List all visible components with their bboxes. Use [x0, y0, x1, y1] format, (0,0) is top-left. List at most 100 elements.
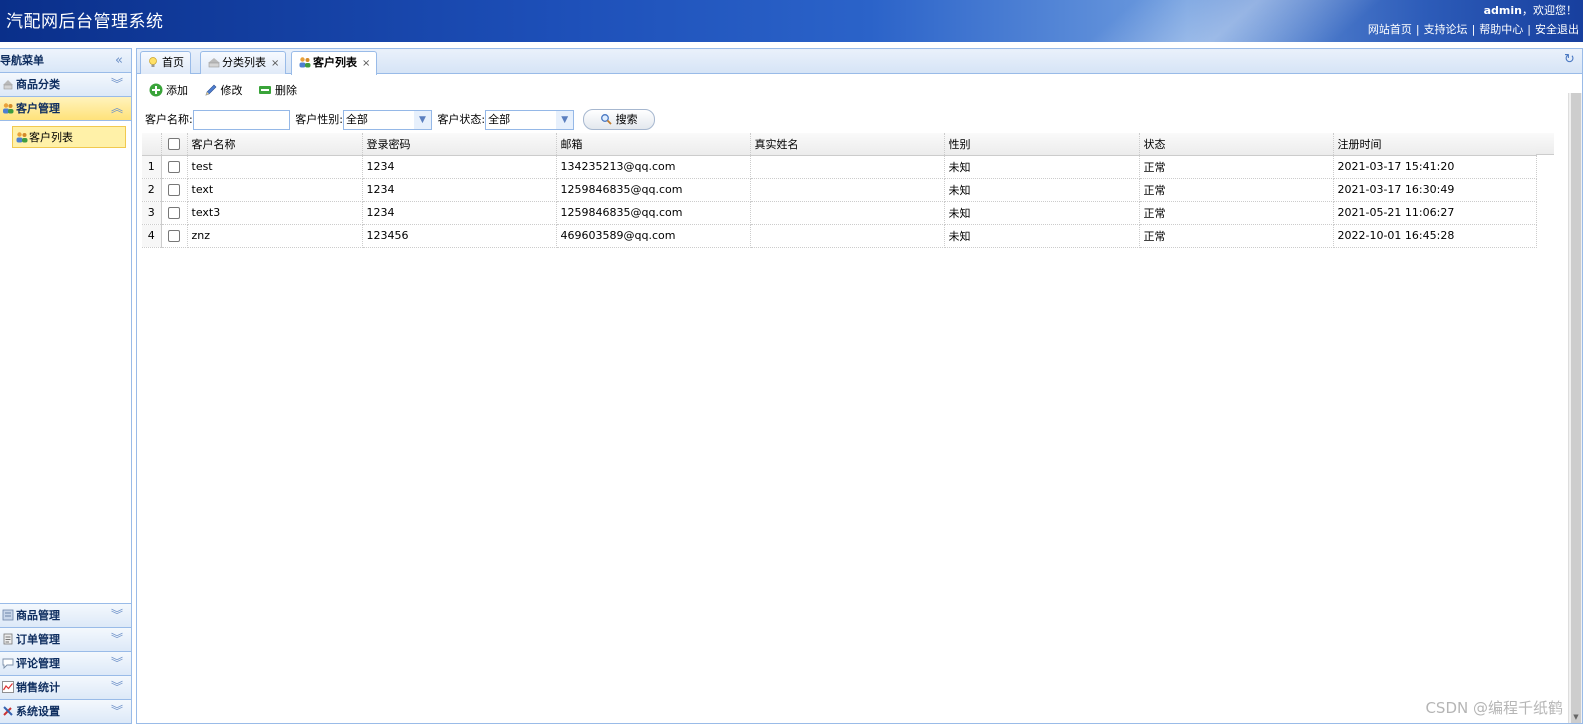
- tab-category-list[interactable]: 分类列表 ×: [200, 51, 287, 74]
- sidebar-panel-category[interactable]: 商品分类 ︾: [0, 73, 131, 97]
- column-header-gender[interactable]: 性别: [944, 133, 1140, 156]
- chevron-down-icon[interactable]: ▼: [556, 110, 574, 129]
- column-header-password[interactable]: 登录密码: [362, 133, 557, 156]
- sidebar: 导航菜单 « 商品分类 ︾ 客户管理 ︽ 客户列表 商品管理 ︾ 订单管理 ︾: [0, 48, 132, 724]
- row-checkbox[interactable]: [168, 207, 180, 219]
- select-all-header: [161, 133, 188, 156]
- sidebar-title: 导航菜单 «: [0, 49, 131, 73]
- toolbar: 添加 修改 删除: [149, 83, 309, 101]
- cell-register-time: 2021-03-17 16:30:49: [1333, 178, 1537, 202]
- cell-email: 1259846835@qq.com: [556, 178, 751, 202]
- sidebar-panel-customer[interactable]: 客户管理 ︽: [0, 97, 131, 121]
- sidebar-panel-label: 评论管理: [16, 657, 60, 670]
- double-chevron-left-icon[interactable]: «: [115, 49, 123, 72]
- cell-password: 123456: [362, 224, 557, 248]
- tab-home[interactable]: 首页: [140, 51, 191, 74]
- row-select-cell: [161, 155, 188, 179]
- sidebar-item-label: 客户列表: [29, 131, 73, 144]
- edit-label: 修改: [220, 84, 243, 97]
- cell-password: 1234: [362, 178, 557, 202]
- row-select-cell: [161, 224, 188, 248]
- column-header-register-time[interactable]: 注册时间: [1333, 133, 1537, 156]
- welcome-suffix: ，欢迎您！: [1522, 4, 1577, 17]
- cell-register-time: 2021-05-21 11:06:27: [1333, 201, 1537, 225]
- comment-icon: [2, 654, 14, 670]
- cell-realname: [750, 155, 945, 179]
- select-all-checkbox[interactable]: [168, 138, 180, 151]
- top-links: 网站首页 | 支持论坛 | 帮助中心 | 安全退出: [1368, 21, 1579, 37]
- tab-bar: 首页 分类列表 × 客户列表 × ↻: [137, 49, 1582, 75]
- column-header-name[interactable]: 客户名称: [187, 133, 363, 156]
- sidebar-panel-label: 系统设置: [16, 705, 60, 718]
- table-row[interactable]: 4 znz 123456 469603589@qq.com 未知 正常 2022…: [142, 224, 1537, 248]
- tab-label: 客户列表: [313, 56, 357, 69]
- cell-gender: 未知: [944, 178, 1140, 202]
- cell-email: 1259846835@qq.com: [556, 201, 751, 225]
- table-row[interactable]: 1 test 1234 134235213@qq.com 未知 正常 2021-…: [142, 155, 1537, 179]
- cell-realname: [750, 178, 945, 202]
- double-chevron-down-icon: ︾: [110, 77, 123, 91]
- link-logout[interactable]: 安全退出: [1535, 23, 1579, 36]
- status-select-value: 全部: [488, 112, 511, 126]
- cell-gender: 未知: [944, 155, 1140, 179]
- current-user: admin: [1483, 4, 1522, 17]
- sidebar-item-customer-list[interactable]: 客户列表: [12, 126, 126, 148]
- cell-status: 正常: [1139, 224, 1334, 248]
- main-content: 首页 分类列表 × 客户列表 × ↻ 添加 修改 删除 客户名称: 客户性别: …: [136, 48, 1583, 724]
- sidebar-title-label: 导航菜单: [0, 54, 44, 67]
- row-checkbox[interactable]: [168, 161, 180, 173]
- column-header-realname[interactable]: 真实姓名: [750, 133, 945, 156]
- customer-table: 客户名称 登录密码 邮箱 真实姓名 性别 状态 注册时间 1 test 1234…: [142, 133, 1537, 248]
- order-icon: [2, 630, 14, 645]
- link-support-forum[interactable]: 支持论坛: [1424, 23, 1468, 36]
- delete-label: 删除: [275, 84, 297, 97]
- tab-customer-list[interactable]: 客户列表 ×: [291, 51, 378, 75]
- add-button[interactable]: 添加: [149, 83, 188, 99]
- search-bar: 客户名称: 客户性别: 全部 ▼ 客户状态: 全部 ▼ 搜索: [145, 109, 655, 131]
- vertical-scrollbar[interactable]: ▼: [1568, 93, 1582, 723]
- sidebar-panel-settings[interactable]: 系统设置 ︾: [0, 699, 131, 723]
- chevron-down-icon[interactable]: ▼: [413, 110, 431, 129]
- sidebar-panel-orders[interactable]: 订单管理 ︾: [0, 627, 131, 651]
- sidebar-panel-goods[interactable]: 商品管理 ︾: [0, 603, 131, 627]
- sidebar-panel-label: 客户管理: [16, 102, 60, 115]
- column-header-status[interactable]: 状态: [1139, 133, 1334, 156]
- scrollbar-thumb[interactable]: [1571, 93, 1581, 723]
- close-icon[interactable]: ×: [271, 58, 279, 69]
- customer-name-input[interactable]: [192, 109, 290, 130]
- cell-name: text3: [187, 201, 363, 225]
- sidebar-panel-sales[interactable]: 销售统计 ︾: [0, 675, 131, 699]
- table-row[interactable]: 2 text 1234 1259846835@qq.com 未知 正常 2021…: [142, 178, 1537, 202]
- cell-password: 1234: [362, 201, 557, 225]
- delete-button[interactable]: 删除: [258, 83, 297, 99]
- table-row[interactable]: 3 text3 1234 1259846835@qq.com 未知 正常 202…: [142, 201, 1537, 225]
- search-icon: [600, 112, 612, 125]
- column-header-email[interactable]: 邮箱: [556, 133, 751, 156]
- cell-password: 1234: [362, 155, 557, 179]
- double-chevron-up-icon: ︽: [110, 101, 123, 115]
- cell-name: test: [187, 155, 363, 179]
- row-number: 1: [142, 155, 162, 179]
- tab-label: 首页: [162, 56, 184, 69]
- search-button-label: 搜索: [615, 113, 638, 126]
- row-checkbox[interactable]: [168, 230, 180, 242]
- sidebar-panel-label: 商品分类: [16, 78, 60, 91]
- row-checkbox[interactable]: [168, 184, 180, 196]
- link-site-home[interactable]: 网站首页: [1368, 23, 1412, 36]
- customer-gender-select[interactable]: 全部 ▼: [342, 109, 432, 130]
- double-chevron-down-icon: ︾: [110, 704, 123, 718]
- cell-status: 正常: [1139, 178, 1334, 202]
- category-icon: [207, 54, 220, 68]
- sidebar-panel-comments[interactable]: 评论管理 ︾: [0, 651, 131, 675]
- edit-button[interactable]: 修改: [204, 83, 243, 99]
- link-help-center[interactable]: 帮助中心: [1479, 23, 1523, 36]
- scroll-down-arrow-icon[interactable]: ▼: [1569, 713, 1583, 723]
- close-icon[interactable]: ×: [362, 58, 370, 69]
- search-button[interactable]: 搜索: [582, 109, 655, 130]
- cell-register-time: 2021-03-17 15:41:20: [1333, 155, 1537, 179]
- goods-icon: [2, 606, 14, 621]
- row-number: 2: [142, 178, 162, 202]
- refresh-icon[interactable]: ↻: [1564, 53, 1576, 66]
- customer-status-select[interactable]: 全部 ▼: [485, 109, 575, 130]
- cell-gender: 未知: [944, 224, 1140, 248]
